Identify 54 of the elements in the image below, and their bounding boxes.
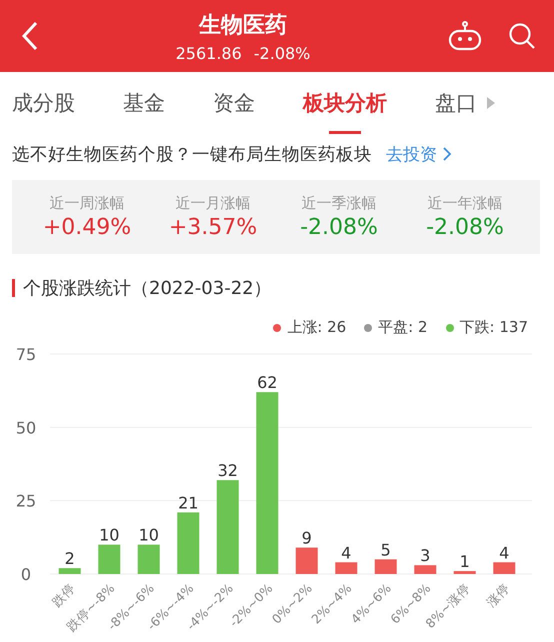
bar: [493, 562, 516, 574]
bar: [138, 544, 160, 574]
axis-label: 75: [16, 345, 36, 364]
category-label: 涨停: [483, 580, 512, 610]
stat-label: 近一周涨幅: [50, 194, 124, 213]
axis-label: 25: [16, 492, 36, 511]
tab[interactable]: 盘口: [435, 72, 477, 134]
data-label: 9: [302, 528, 312, 548]
section-title: 个股涨跌统计（2022-03-22）: [23, 277, 272, 300]
bar: [335, 562, 358, 574]
stat-value: -2.08%: [426, 215, 504, 240]
stat-value: -2.08%: [300, 215, 378, 240]
section-marker: [12, 279, 15, 297]
stat-value: +3.57%: [168, 215, 258, 240]
legend-item: 平盘: 2: [364, 318, 428, 337]
bar: [414, 565, 436, 574]
data-label: 1: [460, 552, 470, 572]
data-label: 21: [178, 493, 198, 512]
stat-label: 近一季涨幅: [302, 194, 376, 213]
data-label: 62: [257, 373, 278, 392]
axis-label: 50: [16, 418, 36, 438]
stat-value: +0.49%: [42, 215, 132, 240]
chevron-icon: [443, 147, 451, 161]
data-label: 10: [138, 526, 159, 545]
category-label: 跌停: [48, 580, 78, 610]
index-change: -2.08%: [254, 44, 310, 62]
bar: [58, 568, 81, 574]
stat-label: 近一年涨幅: [428, 194, 502, 213]
data-label: 4: [341, 543, 352, 562]
robot-icon[interactable]: [448, 21, 482, 51]
data-label: 5: [380, 540, 391, 560]
legend-item: 上涨: 26: [273, 318, 346, 337]
bar: [374, 559, 397, 574]
stat-label: 近一月涨幅: [176, 194, 250, 213]
bar: [98, 544, 120, 574]
axis-label: 0: [20, 565, 32, 584]
promo-text: 选不好生物医药个股？一键布局生物医药板块: [12, 144, 372, 166]
index-price: 2561.86: [176, 44, 242, 62]
tab[interactable]: 板块分析: [303, 72, 387, 134]
data-label: 2: [64, 549, 75, 568]
bar: [454, 571, 476, 574]
data-label: 32: [218, 461, 238, 480]
data-label: 4: [499, 543, 510, 562]
data-label: 3: [420, 546, 430, 566]
data-label: 10: [99, 526, 120, 545]
bar: [296, 548, 318, 574]
bar: [177, 512, 200, 574]
tab[interactable]: 基金: [123, 72, 165, 134]
tab[interactable]: 成分股: [12, 72, 75, 134]
legend-item: 下跌: 137: [446, 318, 528, 337]
search-icon[interactable]: [508, 22, 536, 50]
back-icon[interactable]: [22, 21, 38, 51]
tab[interactable]: 资金: [213, 72, 255, 134]
page-title: 生物医药: [199, 12, 287, 40]
